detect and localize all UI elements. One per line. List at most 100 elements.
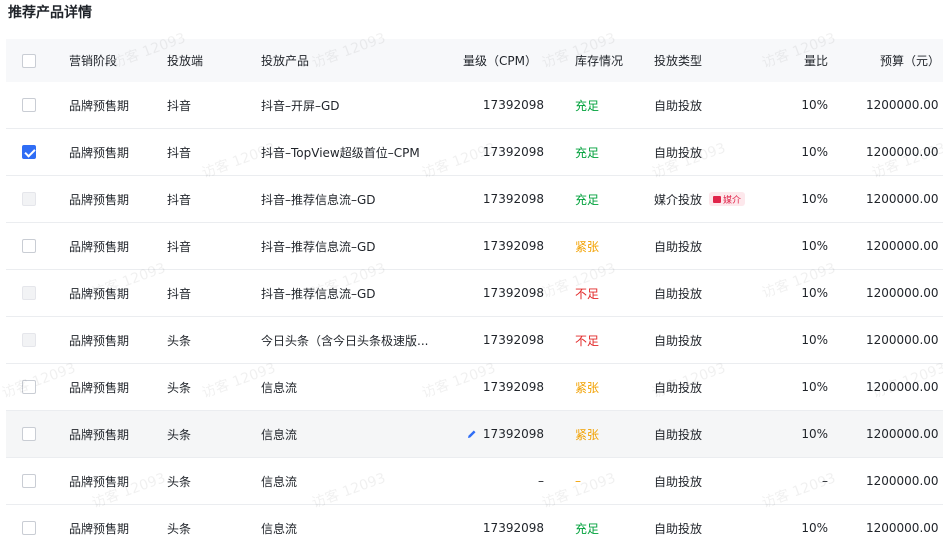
delivery-type-text: 自助投放 (654, 333, 703, 348)
cell-ratio: 10% (801, 192, 828, 206)
table-row[interactable]: 品牌预售期 头条 信息流 – – 自助投放 – 1200000.00 (6, 458, 943, 505)
table-row[interactable]: 品牌预售期 头条 今日头条（含今日头条极速版... 17392098 不足 自助投放 10%… (6, 317, 943, 364)
table-row[interactable]: 品牌预售期 头条 信息流 17392098 紧张 自助投放 10% 1200000.00 (6, 411, 943, 458)
cell-platform: 抖音 (167, 98, 192, 113)
cell-budget: 1200000.00 (866, 286, 939, 300)
cell-inventory: – (575, 474, 581, 488)
delivery-type-text: 自助投放 (654, 98, 703, 113)
cell-inventory: 紧张 (575, 239, 600, 254)
cell-platform: 头条 (167, 333, 192, 348)
cell-stage: 品牌预售期 (69, 239, 130, 254)
row-checkbox-cell[interactable] (22, 505, 38, 547)
cell-inventory: 充足 (575, 145, 600, 160)
delivery-type-text: 自助投放 (654, 474, 703, 489)
table-row[interactable]: 品牌预售期 抖音 抖音–推荐信息流–GD 17392098 紧张 自助投放 10% 12000… (6, 223, 943, 270)
cell-stage: 品牌预售期 (69, 380, 130, 395)
row-checkbox-cell[interactable] (22, 223, 38, 269)
table-row[interactable]: 品牌预售期 抖音 抖音–推荐信息流–GD 17392098 不足 自助投放 10% 12000… (6, 270, 943, 317)
cell-volume: 17392098 (446, 176, 544, 222)
cell-inventory: 充足 (575, 521, 600, 536)
select-all-checkbox[interactable] (22, 53, 36, 68)
row-checkbox[interactable] (22, 145, 36, 159)
cell-platform: 头条 (167, 380, 192, 395)
row-checkbox-cell[interactable] (22, 364, 38, 410)
cell-volume[interactable]: 17392098 (446, 411, 544, 457)
row-checkbox (22, 192, 36, 206)
delivery-type-text: 媒介投放 (654, 192, 703, 207)
row-checkbox-cell[interactable] (22, 82, 38, 128)
cell-volume: 17392098 (446, 129, 544, 175)
cell-volume: 17392098 (446, 270, 544, 316)
cell-stage: 品牌预售期 (69, 427, 130, 442)
volume-value: 17392098 (482, 380, 544, 394)
row-checkbox[interactable] (22, 427, 36, 441)
cell-inventory: 紧张 (575, 427, 600, 442)
header-stage: 营销阶段 (69, 54, 118, 68)
cell-ratio: 10% (801, 427, 828, 441)
cell-ratio: 10% (801, 286, 828, 300)
media-tag: 媒介 (709, 192, 746, 206)
recommended-products-table: 营销阶段 投放端 投放产品 量级（CPM） 库存情况 投放类型 量比 预算（元）… (6, 39, 943, 547)
row-checkbox[interactable] (22, 521, 36, 535)
header-budget: 预算（元） (879, 54, 940, 68)
pencil-icon[interactable] (467, 429, 477, 439)
cell-platform: 抖音 (167, 192, 192, 207)
row-checkbox[interactable] (22, 380, 36, 394)
cell-product: 抖音–推荐信息流–GD (261, 286, 376, 301)
cell-stage: 品牌预售期 (69, 145, 130, 160)
cell-inventory: 不足 (575, 333, 600, 348)
row-checkbox[interactable] (22, 474, 36, 488)
volume-value: 17392098 (482, 521, 544, 535)
header-product: 投放产品 (261, 54, 310, 68)
cell-volume: 17392098 (446, 317, 544, 363)
cell-platform: 抖音 (167, 239, 192, 254)
cell-ratio: 10% (801, 521, 828, 535)
table-row[interactable]: 品牌预售期 抖音 抖音–TopView超级首位–CPM 17392098 充足 自助投放 1… (6, 129, 943, 176)
row-checkbox-cell (22, 176, 38, 222)
row-checkbox (22, 286, 36, 300)
cell-ratio: 10% (801, 145, 828, 159)
cell-product: 信息流 (261, 521, 298, 536)
table-row[interactable]: 品牌预售期 头条 信息流 17392098 充足 自助投放 10% 1200000.00 (6, 505, 943, 547)
cell-inventory: 充足 (575, 192, 600, 207)
row-checkbox-cell[interactable] (22, 411, 38, 457)
cell-platform: 头条 (167, 427, 192, 442)
table-row[interactable]: 品牌预售期 抖音 抖音–推荐信息流–GD 17392098 充足 媒介投放 媒介 10% 120… (6, 176, 943, 223)
row-checkbox-cell[interactable] (22, 129, 38, 175)
cell-budget: 1200000.00 (866, 192, 939, 206)
cell-volume: 17392098 (446, 223, 544, 269)
cell-delivery-type: 自助投放 (654, 223, 702, 269)
media-tag-icon (713, 195, 722, 203)
delivery-type-text: 自助投放 (654, 521, 703, 536)
cell-ratio: 10% (801, 98, 828, 112)
select-all-cell[interactable] (22, 39, 38, 82)
delivery-type-text: 自助投放 (654, 427, 703, 442)
cell-ratio: – (822, 474, 828, 488)
cell-product: 信息流 (261, 427, 298, 442)
volume-value: 17392098 (482, 145, 544, 159)
header-inventory: 库存情况 (575, 54, 624, 68)
volume-value: 17392098 (482, 239, 544, 253)
cell-delivery-type: 自助投放 (654, 411, 702, 457)
cell-budget: 1200000.00 (866, 98, 939, 112)
cell-ratio: 10% (801, 333, 828, 347)
cell-budget: 1200000.00 (866, 521, 939, 535)
cell-inventory: 紧张 (575, 380, 600, 395)
delivery-type-text: 自助投放 (654, 239, 703, 254)
table-row[interactable]: 品牌预售期 头条 信息流 17392098 紧张 自助投放 10% 1200000.00 (6, 364, 943, 411)
cell-volume: 17392098 (446, 364, 544, 410)
cell-volume: 17392098 (446, 82, 544, 128)
cell-budget: 1200000.00 (866, 239, 939, 253)
cell-stage: 品牌预售期 (69, 98, 130, 113)
header-volume: 量级（CPM） (463, 54, 537, 68)
header-delivery-type: 投放类型 (654, 54, 703, 68)
cell-budget: 1200000.00 (866, 474, 939, 488)
cell-inventory: 不足 (575, 286, 600, 301)
volume-value: 17392098 (482, 333, 544, 347)
table-row[interactable]: 品牌预售期 抖音 抖音–开屏–GD 17392098 充足 自助投放 10% 1200000.… (6, 82, 943, 129)
row-checkbox-cell[interactable] (22, 458, 38, 504)
cell-ratio: 10% (801, 380, 828, 394)
cell-delivery-type: 自助投放 (654, 364, 702, 410)
row-checkbox[interactable] (22, 98, 36, 112)
row-checkbox[interactable] (22, 239, 36, 253)
